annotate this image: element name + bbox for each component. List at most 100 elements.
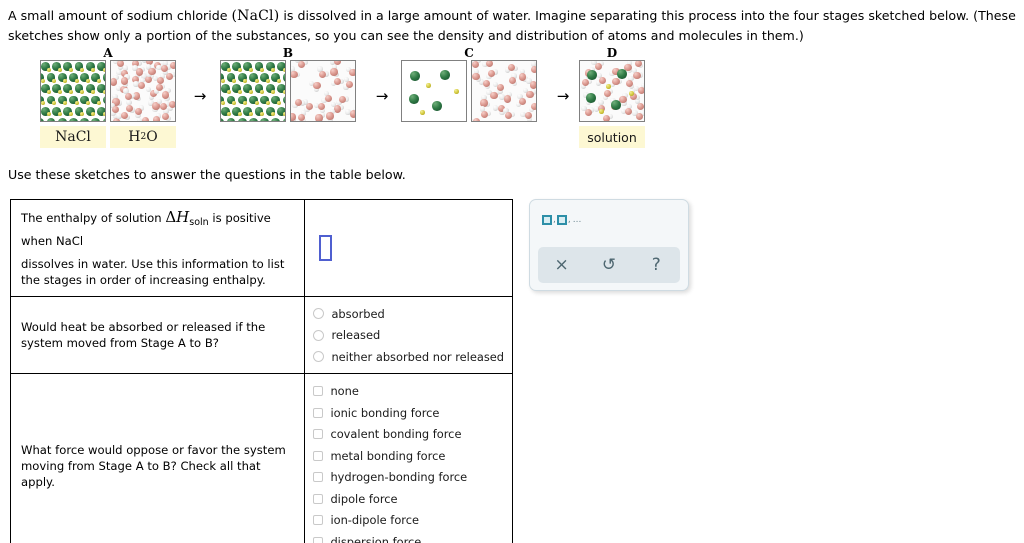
chloride-ion — [102, 118, 105, 121]
checkbox-icon[interactable] — [313, 472, 324, 483]
delta-symbol: Δ — [165, 208, 177, 226]
sodium-ion — [265, 78, 270, 83]
oxygen-atom — [315, 114, 323, 121]
oxygen-atom — [125, 104, 133, 112]
checkbox-option-dispersion[interactable]: dispersion force — [313, 531, 504, 543]
help-icon[interactable]: ? — [639, 251, 673, 279]
sodium-ion — [226, 89, 231, 94]
checkbox-icon[interactable] — [313, 536, 324, 543]
checkbox-option-hydrogen[interactable]: hydrogen-bonding force — [313, 466, 504, 488]
sodium-ion — [102, 67, 105, 72]
sodium-ion — [97, 78, 101, 83]
sodium-ion — [454, 89, 459, 94]
chloride-ion — [432, 101, 442, 111]
radio-option-released[interactable]: released — [313, 324, 504, 346]
expanded-water-sketch — [471, 60, 537, 122]
oxygen-atom — [291, 113, 296, 121]
ellipsis-text: ... — [572, 215, 582, 225]
intro-paragraph: A small amount of sodium chloride (NaCl)… — [8, 6, 1016, 45]
radio-icon[interactable] — [313, 308, 325, 320]
checkbox-option-dipole[interactable]: dipole force — [313, 488, 504, 510]
square-icon — [542, 215, 552, 225]
stage-c-label: C — [464, 46, 474, 60]
oxygen-atom — [121, 77, 129, 85]
sodium-ion — [69, 67, 73, 72]
stage-c: C — [401, 46, 537, 122]
sodium-ion — [85, 101, 90, 106]
checkbox-icon[interactable] — [313, 407, 324, 418]
oxygen-atom — [165, 72, 173, 81]
chloride-ion — [226, 118, 236, 121]
nacl-crystal-sketch — [220, 60, 286, 122]
sodium-ion — [249, 89, 253, 94]
undo-icon[interactable]: ↺ — [592, 251, 626, 279]
oxygen-atom — [313, 81, 321, 89]
checkbox-icon[interactable] — [313, 450, 324, 461]
sketch-background — [41, 61, 105, 121]
radio-icon[interactable] — [313, 329, 325, 341]
answer-cell-enthalpy — [304, 199, 513, 297]
expanded-water-sketch — [290, 60, 356, 122]
sodium-ion — [46, 67, 51, 72]
table-row-forces: What force would oppose or favor the sys… — [9, 373, 513, 543]
checkbox-icon[interactable] — [313, 493, 324, 504]
sodium-ion — [254, 101, 259, 106]
enthalpy-symbol: H — [176, 208, 190, 226]
radio-icon[interactable] — [313, 351, 325, 363]
separated-ions-sketch — [401, 60, 467, 122]
list-entry-icon[interactable]: , , ... — [542, 215, 581, 225]
enthalpy-order-input[interactable] — [319, 234, 333, 261]
square-icon — [556, 215, 567, 225]
sodium-ion — [265, 101, 270, 106]
sodium-ion — [74, 101, 79, 106]
chloride-ion — [410, 71, 420, 81]
caption-h2o: H2O — [110, 126, 176, 148]
oxygen-atom — [530, 102, 536, 110]
oxygen-atom — [155, 83, 163, 92]
caption-h2o-o: O — [146, 129, 158, 145]
checkbox-option-ionic[interactable]: ionic bonding force — [313, 402, 504, 424]
oxygen-atom — [148, 67, 156, 75]
oxygen-atom — [333, 77, 342, 85]
checkbox-icon[interactable] — [313, 386, 324, 397]
chloride-ion — [69, 118, 78, 121]
checkbox-label: dispersion force — [330, 534, 422, 543]
radio-option-absorbed[interactable]: absorbed — [313, 303, 504, 325]
close-icon[interactable]: × — [545, 251, 579, 279]
page-root: A small amount of sodium chloride (NaCl)… — [0, 0, 1024, 543]
checkbox-label: metal bonding force — [330, 448, 446, 463]
hydrogen-atom — [144, 121, 149, 122]
question-cell-enthalpy: The enthalpy of solution ΔHsoln is posit… — [9, 199, 306, 297]
oxygen-atom — [160, 64, 169, 72]
table-row-enthalpy: The enthalpy of solution ΔHsoln is posit… — [9, 199, 513, 297]
radio-option-neither[interactable]: neither absorbed nor released — [313, 346, 504, 368]
sodium-ion — [221, 78, 225, 83]
radio-label: absorbed — [331, 306, 385, 321]
oxygen-atom — [111, 78, 118, 86]
oxygen-atom — [349, 110, 355, 118]
oxygen-atom — [594, 62, 602, 71]
sodium-ion — [282, 112, 285, 117]
oxygen-atom — [633, 72, 641, 80]
oxygen-atom — [530, 65, 536, 74]
sodium-ion — [80, 67, 85, 72]
checkbox-icon[interactable] — [313, 429, 324, 440]
arrow-c-to-d: → — [553, 88, 573, 103]
oxygen-atom — [326, 112, 334, 120]
checkbox-label: ion-dipole force — [330, 513, 419, 528]
checkbox-option-ion-dipole[interactable]: ion-dipole force — [313, 509, 504, 531]
sketch-strip: A NaCl H2O → B → C → D solution — [0, 46, 1024, 158]
checkbox-icon[interactable] — [313, 515, 324, 526]
oxygen-atom — [472, 72, 480, 81]
sodium-ion — [254, 78, 259, 83]
chloride-ion — [611, 100, 621, 110]
checkbox-option-none[interactable]: none — [313, 380, 504, 402]
sodium-ion — [271, 67, 276, 72]
oxygen-atom — [152, 116, 160, 121]
oxygen-atom — [529, 81, 536, 89]
oxygen-atom — [637, 102, 644, 110]
checkbox-option-covalent[interactable]: covalent bonding force — [313, 423, 504, 445]
solution-sketch — [579, 60, 645, 122]
sodium-ion — [599, 109, 604, 114]
checkbox-option-metal[interactable]: metal bonding force — [313, 445, 504, 467]
